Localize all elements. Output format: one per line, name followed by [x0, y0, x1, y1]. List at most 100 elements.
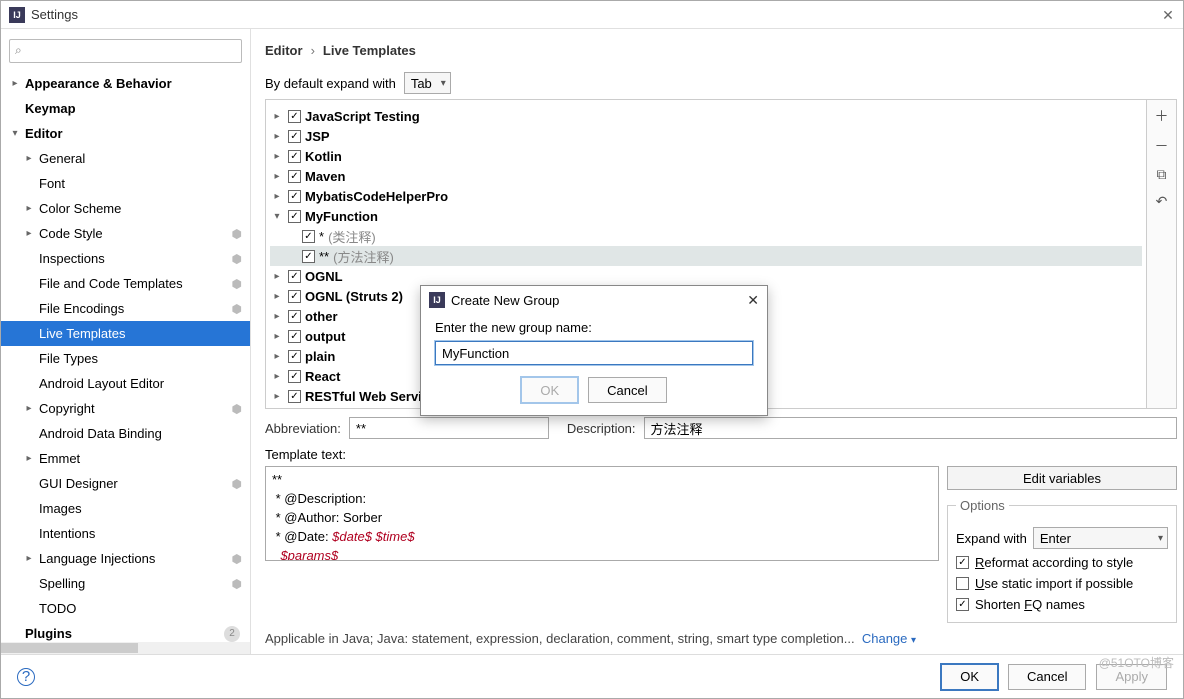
reformat-checkbox[interactable] — [956, 556, 969, 569]
static-import-checkbox[interactable] — [956, 577, 969, 590]
sidebar-item-editor[interactable]: ▾Editor — [1, 121, 250, 146]
chevron-right-icon: › — [311, 43, 315, 58]
scrollbar[interactable] — [1, 642, 250, 654]
template-checkbox[interactable] — [288, 270, 301, 283]
add-icon[interactable]: ＋ — [1153, 106, 1171, 126]
template-checkbox[interactable] — [288, 310, 301, 323]
group-name-input[interactable] — [435, 341, 753, 365]
chevron-right-icon — [270, 271, 284, 282]
ok-button[interactable]: OK — [941, 664, 998, 690]
sidebar-item-language-injections[interactable]: ▸Language Injections⬢ — [1, 546, 250, 571]
sidebar-item-label: File Types — [39, 351, 98, 366]
template-item[interactable]: Kotlin — [270, 146, 1142, 166]
sidebar-item-label: TODO — [39, 601, 76, 616]
sidebar-item-keymap[interactable]: Keymap — [1, 96, 250, 121]
remove-icon[interactable]: － — [1153, 136, 1171, 156]
sidebar-item-general[interactable]: ▸ General — [1, 146, 250, 171]
template-checkbox[interactable] — [288, 170, 301, 183]
template-item[interactable]: Maven — [270, 166, 1142, 186]
template-item[interactable]: OGNL — [270, 266, 1142, 286]
sidebar-item-appearance-behavior[interactable]: ▸Appearance & Behavior — [1, 71, 250, 96]
template-item[interactable]: **(方法注释) — [270, 246, 1142, 266]
template-checkbox[interactable] — [288, 190, 301, 203]
template-checkbox[interactable] — [288, 210, 301, 223]
edit-variables-button[interactable]: Edit variables — [947, 466, 1177, 490]
template-checkbox[interactable] — [288, 350, 301, 363]
sidebar-item-file-types[interactable]: File Types — [1, 346, 250, 371]
template-checkbox[interactable] — [288, 130, 301, 143]
sidebar-item-label: Appearance & Behavior — [25, 76, 172, 91]
sidebar-item-live-templates[interactable]: Live Templates — [1, 321, 250, 346]
template-item[interactable]: JavaScript Testing — [270, 106, 1142, 126]
template-item[interactable]: MyFunction — [270, 206, 1142, 226]
expand-with-label: Expand with — [956, 531, 1027, 546]
revert-icon[interactable]: ↶ — [1153, 193, 1171, 210]
sidebar-item-intentions[interactable]: Intentions — [1, 521, 250, 546]
template-checkbox[interactable] — [288, 330, 301, 343]
settings-tree[interactable]: ▸Appearance & BehaviorKeymap▾Editor▸Gene… — [1, 67, 250, 654]
sidebar-item-font[interactable]: Font — [1, 171, 250, 196]
shorten-fq-checkbox[interactable] — [956, 598, 969, 611]
dialog-ok-button[interactable]: OK — [521, 377, 578, 403]
description-input[interactable] — [644, 417, 1177, 439]
help-icon[interactable]: ? — [17, 668, 35, 686]
sidebar-item-file-and-code-templates[interactable]: File and Code Templates⬢ — [1, 271, 250, 296]
dialog-cancel-button[interactable]: Cancel — [588, 377, 666, 403]
template-text-label: Template text: — [265, 447, 1177, 462]
expand-with-select[interactable]: Enter — [1033, 527, 1168, 549]
sidebar-item-inspections[interactable]: Inspections⬢ — [1, 246, 250, 271]
template-item[interactable]: JSP — [270, 126, 1142, 146]
sidebar-item-label: Emmet — [39, 451, 80, 466]
template-item[interactable]: MybatisCodeHelperPro — [270, 186, 1142, 206]
sidebar-item-color-scheme[interactable]: ▸Color Scheme — [1, 196, 250, 221]
template-checkbox[interactable] — [288, 390, 301, 403]
expand-label: By default expand with — [265, 76, 396, 91]
template-label: plain — [305, 349, 335, 364]
sidebar-item-spelling[interactable]: Spelling⬢ — [1, 571, 250, 596]
sidebar-item-gui-designer[interactable]: GUI Designer⬢ — [1, 471, 250, 496]
sidebar-item-file-encodings[interactable]: File Encodings⬢ — [1, 296, 250, 321]
default-expand-select[interactable]: Tab — [404, 72, 451, 94]
sidebar-item-todo[interactable]: TODO — [1, 596, 250, 621]
template-label: * — [319, 229, 324, 244]
cancel-button[interactable]: Cancel — [1008, 664, 1086, 690]
sidebar-item-label: Language Injections — [39, 551, 155, 566]
template-text-area[interactable]: ** * @Description: * @Author: Sorber * @… — [265, 466, 939, 561]
abbreviation-input[interactable] — [349, 417, 549, 439]
template-label: MybatisCodeHelperPro — [305, 189, 448, 204]
sidebar-item-label: Color Scheme — [39, 201, 121, 216]
options-title: Options — [956, 498, 1009, 513]
template-checkbox[interactable] — [288, 290, 301, 303]
sidebar-item-copyright[interactable]: ▸Copyright⬢ — [1, 396, 250, 421]
dialog-close-icon[interactable]: ✕ — [747, 292, 759, 309]
sidebar-item-label: Plugins — [25, 626, 72, 641]
search-input[interactable] — [9, 39, 242, 63]
chevron-right-icon: ▸ — [23, 153, 35, 164]
breadcrumb-a[interactable]: Editor — [265, 43, 303, 58]
template-checkbox[interactable] — [302, 230, 315, 243]
template-checkbox[interactable] — [288, 370, 301, 383]
chevron-right-icon: ▸ — [23, 553, 35, 564]
reformat-label[interactable]: Reformat according to style — [975, 555, 1133, 570]
sidebar-item-android-layout-editor[interactable]: Android Layout Editor — [1, 371, 250, 396]
chevron-down-icon: ▾ — [9, 128, 21, 139]
template-checkbox[interactable] — [302, 250, 315, 263]
template-label: ** — [319, 249, 329, 264]
static-import-label[interactable]: Use static import if possible — [975, 576, 1133, 591]
change-context-link[interactable]: Change ▾ — [862, 631, 916, 646]
template-checkbox[interactable] — [288, 150, 301, 163]
template-label: Maven — [305, 169, 345, 184]
template-item[interactable]: *(类注释) — [270, 226, 1142, 246]
copy-icon[interactable]: ⧉ — [1153, 166, 1171, 183]
close-icon[interactable]: ✕ — [1161, 8, 1175, 22]
shorten-fq-label[interactable]: Shorten FQ names — [975, 597, 1085, 612]
sidebar-item-android-data-binding[interactable]: Android Data Binding — [1, 421, 250, 446]
sidebar-item-images[interactable]: Images — [1, 496, 250, 521]
template-checkbox[interactable] — [288, 110, 301, 123]
sidebar-item-emmet[interactable]: ▸Emmet — [1, 446, 250, 471]
project-badge-icon: ⬢ — [232, 302, 242, 316]
chevron-right-icon: ▸ — [23, 228, 35, 239]
sidebar-item-label: General — [39, 151, 85, 166]
chevron-down-icon — [270, 211, 284, 222]
sidebar-item-code-style[interactable]: ▸Code Style⬢ — [1, 221, 250, 246]
